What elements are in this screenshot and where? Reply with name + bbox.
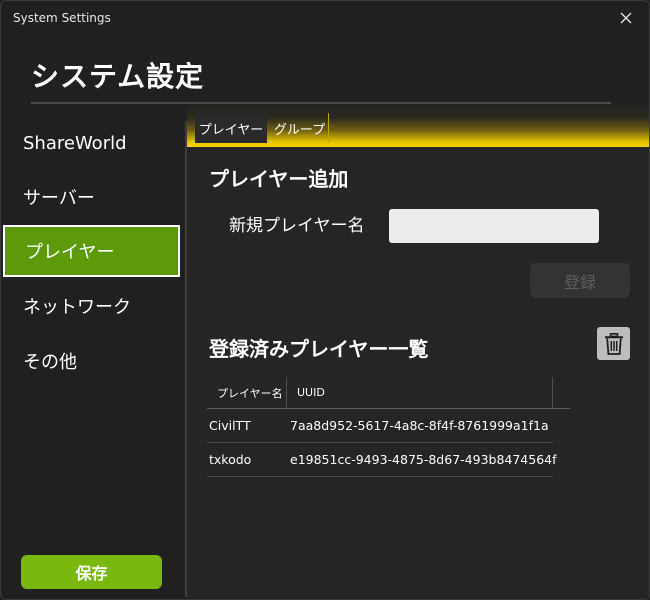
title-bar: System Settings [1, 1, 649, 35]
player-name-cell: txkodo [209, 452, 252, 467]
sidebar-item-server[interactable]: サーバー [3, 171, 180, 223]
tab-player[interactable]: プレイヤー [195, 113, 267, 143]
column-separator[interactable] [286, 377, 287, 408]
add-player-heading: プレイヤー追加 [209, 167, 349, 191]
column-header-player-name[interactable]: プレイヤー名 [217, 377, 283, 408]
table-row[interactable]: CivilTT 7aa8d952-5617-4a8c-8f4f-8761999a… [207, 409, 553, 443]
title-divider [31, 102, 611, 104]
settings-window: System Settings システム設定 ShareWorld サーバー プ… [0, 0, 650, 600]
save-button[interactable]: 保存 [21, 555, 162, 589]
window-title: System Settings [13, 11, 111, 25]
player-uuid-cell: e19851cc-9493-4875-8d67-493b8474564f [290, 452, 557, 467]
new-player-name-label: 新規プレイヤー名 [229, 216, 365, 236]
player-name-cell: CivilTT [209, 418, 251, 433]
delete-player-button[interactable] [597, 327, 630, 360]
close-icon [620, 12, 632, 24]
table-row[interactable]: txkodo e19851cc-9493-4875-8d67-493b84745… [207, 443, 557, 477]
trash-icon [604, 332, 623, 355]
column-separator[interactable] [552, 377, 553, 408]
player-settings-panel: プレイヤー グループ プレイヤー追加 新規プレイヤー名 登録 登録済みプレイヤー… [187, 105, 649, 599]
close-button[interactable] [603, 1, 649, 35]
sidebar: ShareWorld サーバー プレイヤー ネットワーク その他 [1, 105, 185, 599]
register-button[interactable]: 登録 [530, 263, 630, 298]
sidebar-item-other[interactable]: その他 [3, 335, 180, 387]
column-header-uuid[interactable]: UUID [297, 377, 325, 408]
sidebar-item-network[interactable]: ネットワーク [3, 280, 180, 332]
tab-group[interactable]: グループ [271, 113, 329, 143]
page-title: システム設定 [31, 60, 205, 93]
tab-bar: プレイヤー グループ [187, 105, 649, 147]
new-player-name-input[interactable] [389, 209, 599, 243]
player-table: プレイヤー名 UUID CivilTT 7aa8d952-5617-4a8c-8… [207, 377, 570, 477]
sidebar-item-shareworld[interactable]: ShareWorld [3, 117, 180, 169]
table-header: プレイヤー名 UUID [207, 377, 570, 409]
registered-players-heading: 登録済みプレイヤー一覧 [209, 337, 429, 361]
player-uuid-cell: 7aa8d952-5617-4a8c-8f4f-8761999a1f1a [290, 418, 549, 433]
sidebar-item-player[interactable]: プレイヤー [3, 225, 180, 277]
